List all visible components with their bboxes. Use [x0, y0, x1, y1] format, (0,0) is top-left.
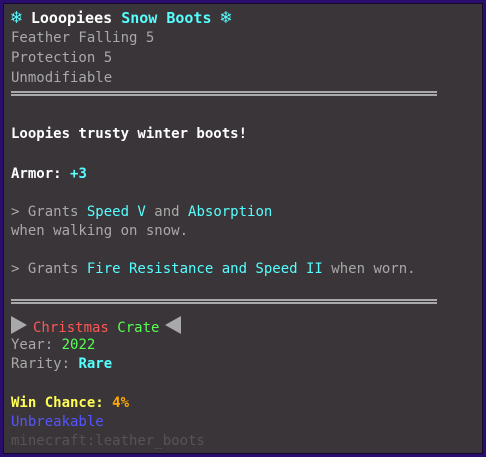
item-title: ❄ Looopiees Snow Boots ❄ [11, 7, 232, 28]
rarity-label: Rarity: [11, 356, 71, 372]
snowflake-icon: ❄ [11, 7, 22, 28]
armor-line: Armor: +3 [11, 165, 87, 183]
effect-absorption: Absorption [188, 204, 273, 220]
ability-line: > Grants Speed V and Absorption [11, 203, 272, 221]
year-value: 2022 [61, 337, 96, 353]
item-name-aqua: Snow Boots [121, 9, 212, 27]
year-label: Year: [11, 337, 54, 353]
ability-line-continuation: when walking on snow. [11, 223, 189, 239]
crate-name-green: Crate [117, 320, 160, 336]
enchant-line: Feather Falling 5 [11, 30, 155, 46]
item-tooltip: ❄ Looopiees Snow Boots ❄ Feather Falling… [0, 0, 486, 457]
separator [11, 299, 437, 304]
separator [11, 91, 437, 96]
unbreakable-tag: Unbreakable [11, 414, 104, 430]
year-line: Year: 2022 [11, 336, 95, 354]
ability-prefix: > Grants [11, 261, 87, 277]
crate-name-red: Christmas [33, 320, 109, 336]
win-chance-value: 4% [112, 395, 130, 411]
effect-speed: Speed V [86, 204, 146, 220]
triangle-right-icon [11, 316, 27, 334]
item-name-white: Looopiees [30, 9, 113, 27]
triangle-left-icon [165, 316, 182, 334]
item-id: minecraft:leather_boots [11, 433, 205, 449]
item-description: Loopies trusty winter boots! [11, 126, 248, 142]
ability-line: > Grants Fire Resistance and Speed II wh… [11, 260, 416, 278]
snowflake-icon: ❄ [220, 7, 232, 28]
effect-list: Fire Resistance and Speed II [86, 261, 323, 277]
rarity-value: Rare [78, 356, 113, 372]
modifier-line: Unmodifiable [11, 70, 113, 86]
win-chance-line: Win Chance: 4% [11, 394, 129, 412]
crate-title: Christmas Crate [11, 316, 182, 337]
ability-suffix: when worn. [322, 261, 416, 277]
armor-label: Armor: [11, 166, 62, 182]
win-chance-label: Win Chance: [11, 395, 104, 411]
armor-value: +3 [70, 166, 87, 182]
rarity-line: Rarity: Rare [11, 355, 112, 373]
enchant-line: Protection 5 [11, 50, 113, 66]
ability-prefix: > Grants [11, 204, 87, 220]
ability-conjunction: and [145, 204, 189, 220]
